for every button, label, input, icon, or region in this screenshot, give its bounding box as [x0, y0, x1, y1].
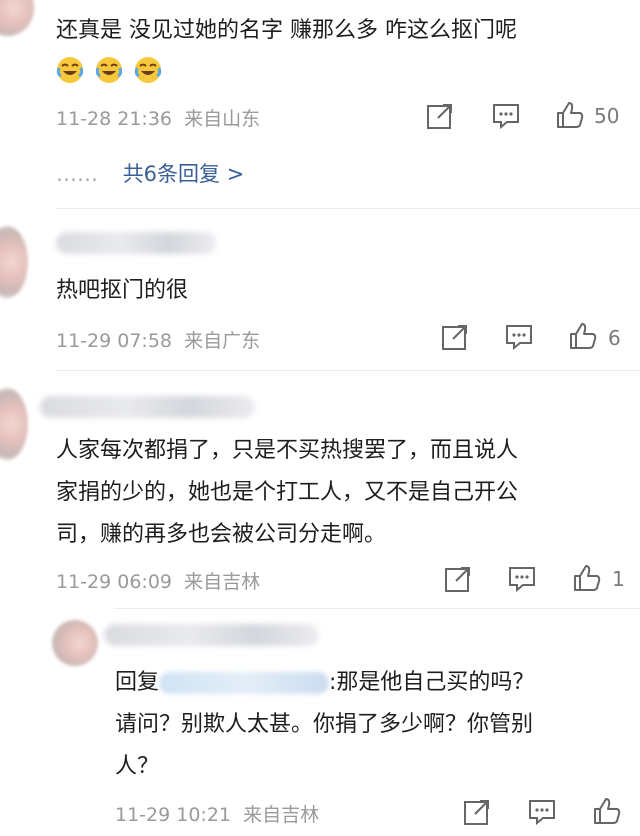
replies-ellipsis: ……	[56, 162, 98, 186]
reply-meta: 11-29 10:21 来自吉林	[115, 800, 319, 827]
username-blurred[interactable]	[56, 232, 216, 254]
divider	[56, 370, 640, 371]
crying-laughing-emoji-icon	[56, 57, 84, 83]
comment-text: 热吧抠门的很	[56, 278, 189, 303]
comment-meta: 11-28 21:36 来自山东	[56, 104, 260, 131]
share-icon[interactable]	[425, 101, 455, 131]
view-replies-link[interactable]: 共6条回复 >	[123, 162, 245, 186]
emoji-row	[56, 56, 168, 84]
reply-location: 来自吉林	[243, 804, 320, 826]
comment-icon[interactable]	[491, 101, 521, 131]
comment-line: 家捐的少的，她也是个打工人，又不是自己开公	[56, 480, 519, 505]
comment-meta: 11-29 06:09 来自吉林	[56, 567, 260, 594]
divider	[114, 608, 640, 609]
comment-meta: 11-29 07:58 来自广东	[56, 326, 260, 353]
username-blurred[interactable]	[104, 624, 319, 646]
crying-laughing-emoji-icon	[95, 57, 123, 83]
comment-text: 还真是 没见过她的名字 赚那么多 咋这么抠门呢	[56, 18, 517, 43]
crying-laughing-emoji-icon	[135, 57, 162, 83]
comment-text: 人家每次都捐了，只是不买热搜罢了，而且说人 家捐的少的，她也是个打工人，又不是自…	[56, 430, 636, 556]
comment-time: 11-29 06:09	[56, 571, 173, 593]
reply-line: 回复 :那是他自己买的吗？	[115, 662, 635, 704]
avatar[interactable]	[0, 226, 28, 298]
like-button[interactable]	[572, 563, 602, 593]
avatar[interactable]	[0, 0, 34, 36]
avatar[interactable]	[0, 388, 28, 460]
like-button[interactable]	[568, 321, 598, 351]
reply-line: 人？	[115, 754, 160, 779]
like-count: 6	[608, 326, 621, 350]
comment-location: 来自广东	[184, 330, 261, 352]
reply-line-rest: :那是他自己买的吗？	[329, 670, 535, 695]
comment-icon[interactable]	[504, 322, 534, 352]
comment-icon[interactable]	[527, 797, 557, 827]
comment-icon[interactable]	[507, 564, 537, 594]
reply-avatar[interactable]	[52, 620, 98, 666]
comment-line: 人家每次都捐了，只是不买热搜罢了，而且说人	[56, 438, 519, 463]
like-count: 1	[612, 567, 625, 591]
username-blurred[interactable]	[40, 396, 255, 418]
like-count: 50	[594, 104, 620, 128]
share-icon[interactable]	[440, 322, 470, 352]
comment-location: 来自吉林	[184, 571, 261, 593]
comment-location: 来自山东	[184, 108, 261, 130]
like-button[interactable]	[555, 100, 585, 130]
like-button[interactable]	[592, 796, 622, 826]
divider	[56, 208, 640, 209]
mentioned-user-blurred[interactable]	[159, 672, 330, 694]
comment-time: 11-28 21:36	[56, 108, 173, 130]
reply-text: 回复 :那是他自己买的吗？ 请问？别欺人太甚。你捐了多少啊？你管别 人？	[115, 662, 635, 788]
comment-time: 11-29 07:58	[56, 330, 173, 352]
reply-line: 请问？别欺人太甚。你捐了多少啊？你管别	[115, 712, 534, 737]
reply-prefix: 回复	[115, 670, 160, 695]
share-icon[interactable]	[462, 797, 492, 827]
comment-line: 司，赚的再多也会被公司分走啊。	[56, 522, 387, 547]
share-icon[interactable]	[443, 564, 473, 594]
reply-time: 11-29 10:21	[115, 804, 232, 826]
replies-row[interactable]: …… 共6条回复 >	[56, 158, 244, 188]
